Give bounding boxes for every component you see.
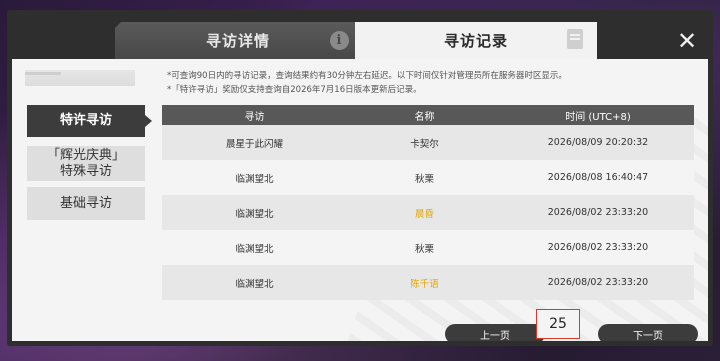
cell-time: 2026/08/02 23:33:20 [547,242,649,253]
cell-pool: 临渊望北 [235,243,274,255]
cell-name: 晨昏 [414,208,434,220]
cell-pool: 临渊望北 [235,208,274,220]
notice-line-1: *可查询90日内的寻访记录，查询结果约有30分钟左右延迟。以下时间仅针对管理员所… [167,71,567,81]
document-icon [567,29,583,49]
tab-detail-label: 寻访详情 [205,32,270,50]
cell-name: 秋栗 [414,243,434,255]
header-name: 名称 [414,111,435,123]
sidebar-item-special[interactable]: 特许寻访 [27,105,152,137]
header-pool: 寻访 [244,111,265,123]
cell-name: 卡契尔 [410,138,439,150]
sidebar-item-label: 「辉光庆典」 特殊寻访 [46,147,125,179]
tab-detail[interactable]: 寻访详情 i [115,22,361,59]
record-table: 寻访 名称 时间 (UTC+8) 晨星于此闪耀 卡契尔 2026/08/09 2… [162,105,694,300]
sidebar-item-celebration[interactable]: 「辉光庆典」 特殊寻访 [27,146,145,181]
tab-record-label: 寻访记录 [443,32,508,50]
sidebar-item-label: 特许寻访 [59,113,112,128]
cell-name: 陈千语 [410,278,439,290]
cell-time: 2026/08/02 23:33:20 [547,277,649,288]
sidebar-header-decoration [25,70,135,86]
tab-record[interactable]: 寻访记录 [355,22,597,59]
cell-time: 2026/08/02 23:33:20 [547,207,649,218]
table-row: 临渊望北 晨昏 2026/08/02 23:33:20 [162,195,694,230]
table-row: 晨星于此闪耀 卡契尔 2026/08/09 20:20:32 [162,125,694,160]
notice-line-2: *「特许寻访」奖励仅支持查询自2026年7月16日版本更新后记录。 [167,85,422,95]
cell-time: 2026/08/09 20:20:32 [547,137,649,148]
info-icon: i [330,31,349,50]
cell-time: 2026/08/08 16:40:47 [547,172,649,183]
table-row: 临渊望北 秋栗 2026/08/08 16:40:47 [162,160,694,195]
page-number: 25 [536,309,580,339]
close-icon[interactable]: ✕ [667,22,707,59]
table-header: 寻访 名称 时间 (UTC+8) [162,105,694,125]
cell-name: 秋栗 [414,173,434,185]
table-row: 临渊望北 秋栗 2026/08/02 23:33:20 [162,230,694,265]
sidebar-item-label: 基础寻访 [59,195,112,211]
prev-page-button[interactable]: 上一页 [445,324,545,341]
sidebar-item-basic[interactable]: 基础寻访 [27,187,145,220]
cell-pool: 临渊望北 [235,173,274,185]
history-dialog: 寻访详情 i 寻访记录 ✕ 特许寻访 「辉光庆典」 特殊寻访 基础寻访 *可查询… [7,10,713,346]
next-page-button[interactable]: 下一页 [598,324,698,341]
table-row: 临渊望北 陈千语 2026/08/02 23:33:20 [162,265,694,300]
record-panel: 特许寻访 「辉光庆典」 特殊寻访 基础寻访 *可查询90日内的寻访记录，查询结果… [12,59,708,341]
cell-pool: 临渊望北 [235,278,274,290]
cell-pool: 晨星于此闪耀 [225,138,283,150]
header-time: 时间 (UTC+8) [565,111,631,123]
